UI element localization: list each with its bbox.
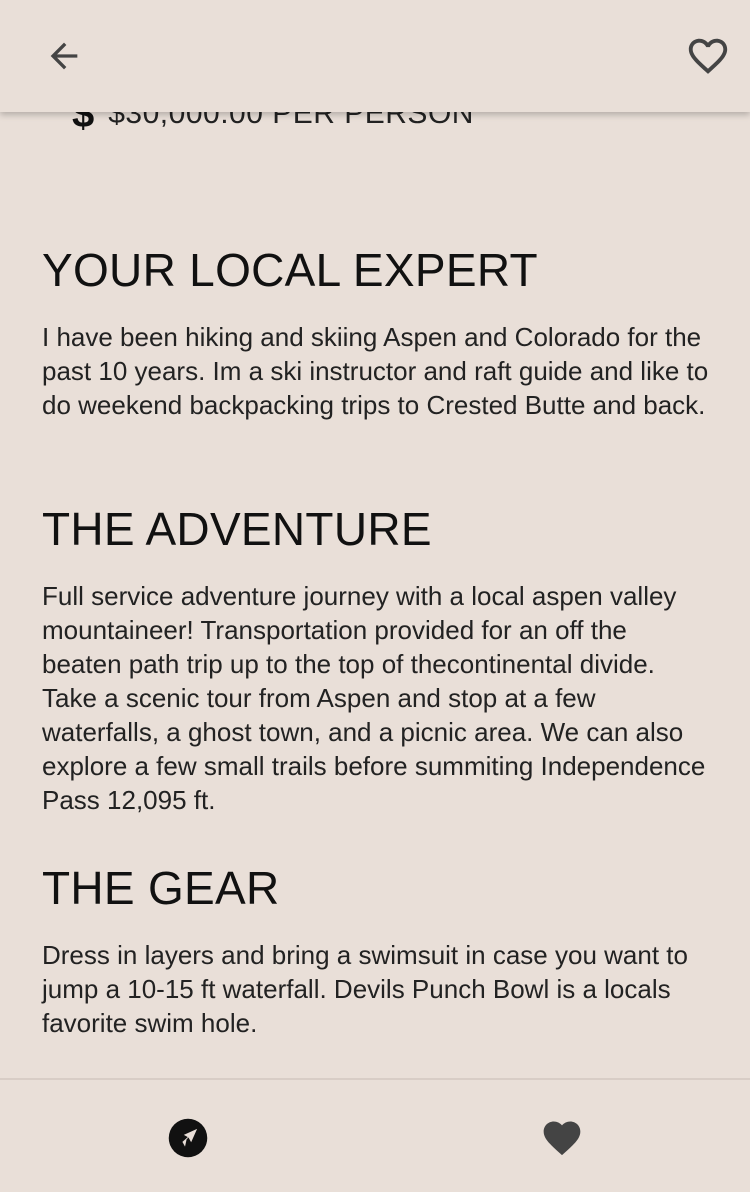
section-local-expert: YOUR LOCAL EXPERT I have been hiking and… [42,242,712,422]
navigation-icon [168,1118,208,1158]
scroll-content[interactable]: $ $30,000.00 PER PERSON YOUR LOCAL EXPER… [0,0,750,1078]
section-title: YOUR LOCAL EXPERT [42,244,538,296]
back-button[interactable] [32,24,96,88]
heart-filled-icon [543,1121,581,1156]
section-body: I have been hiking and skiing Aspen and … [42,322,709,420]
top-app-bar [0,0,750,112]
heart-outline-icon [688,38,728,74]
section-body: Dress in layers and bring a swimsuit in … [42,940,688,1038]
favorite-toggle-button[interactable] [676,24,740,88]
nav-item-explore[interactable] [164,1114,212,1162]
section-adventure: THE ADVENTURE Full service adventure jou… [42,501,712,817]
nav-item-favorites[interactable] [538,1114,586,1162]
section-gear: THE GEAR Dress in layers and bring a swi… [42,860,712,1040]
trip-detail-screen: $ $30,000.00 PER PERSON YOUR LOCAL EXPER… [0,0,750,1192]
section-title: THE ADVENTURE [42,503,432,555]
section-title: THE GEAR [42,862,280,914]
section-body: Full service adventure journey with a lo… [42,581,706,815]
bottom-navigation [0,1078,750,1192]
arrow-left-icon [50,42,78,70]
